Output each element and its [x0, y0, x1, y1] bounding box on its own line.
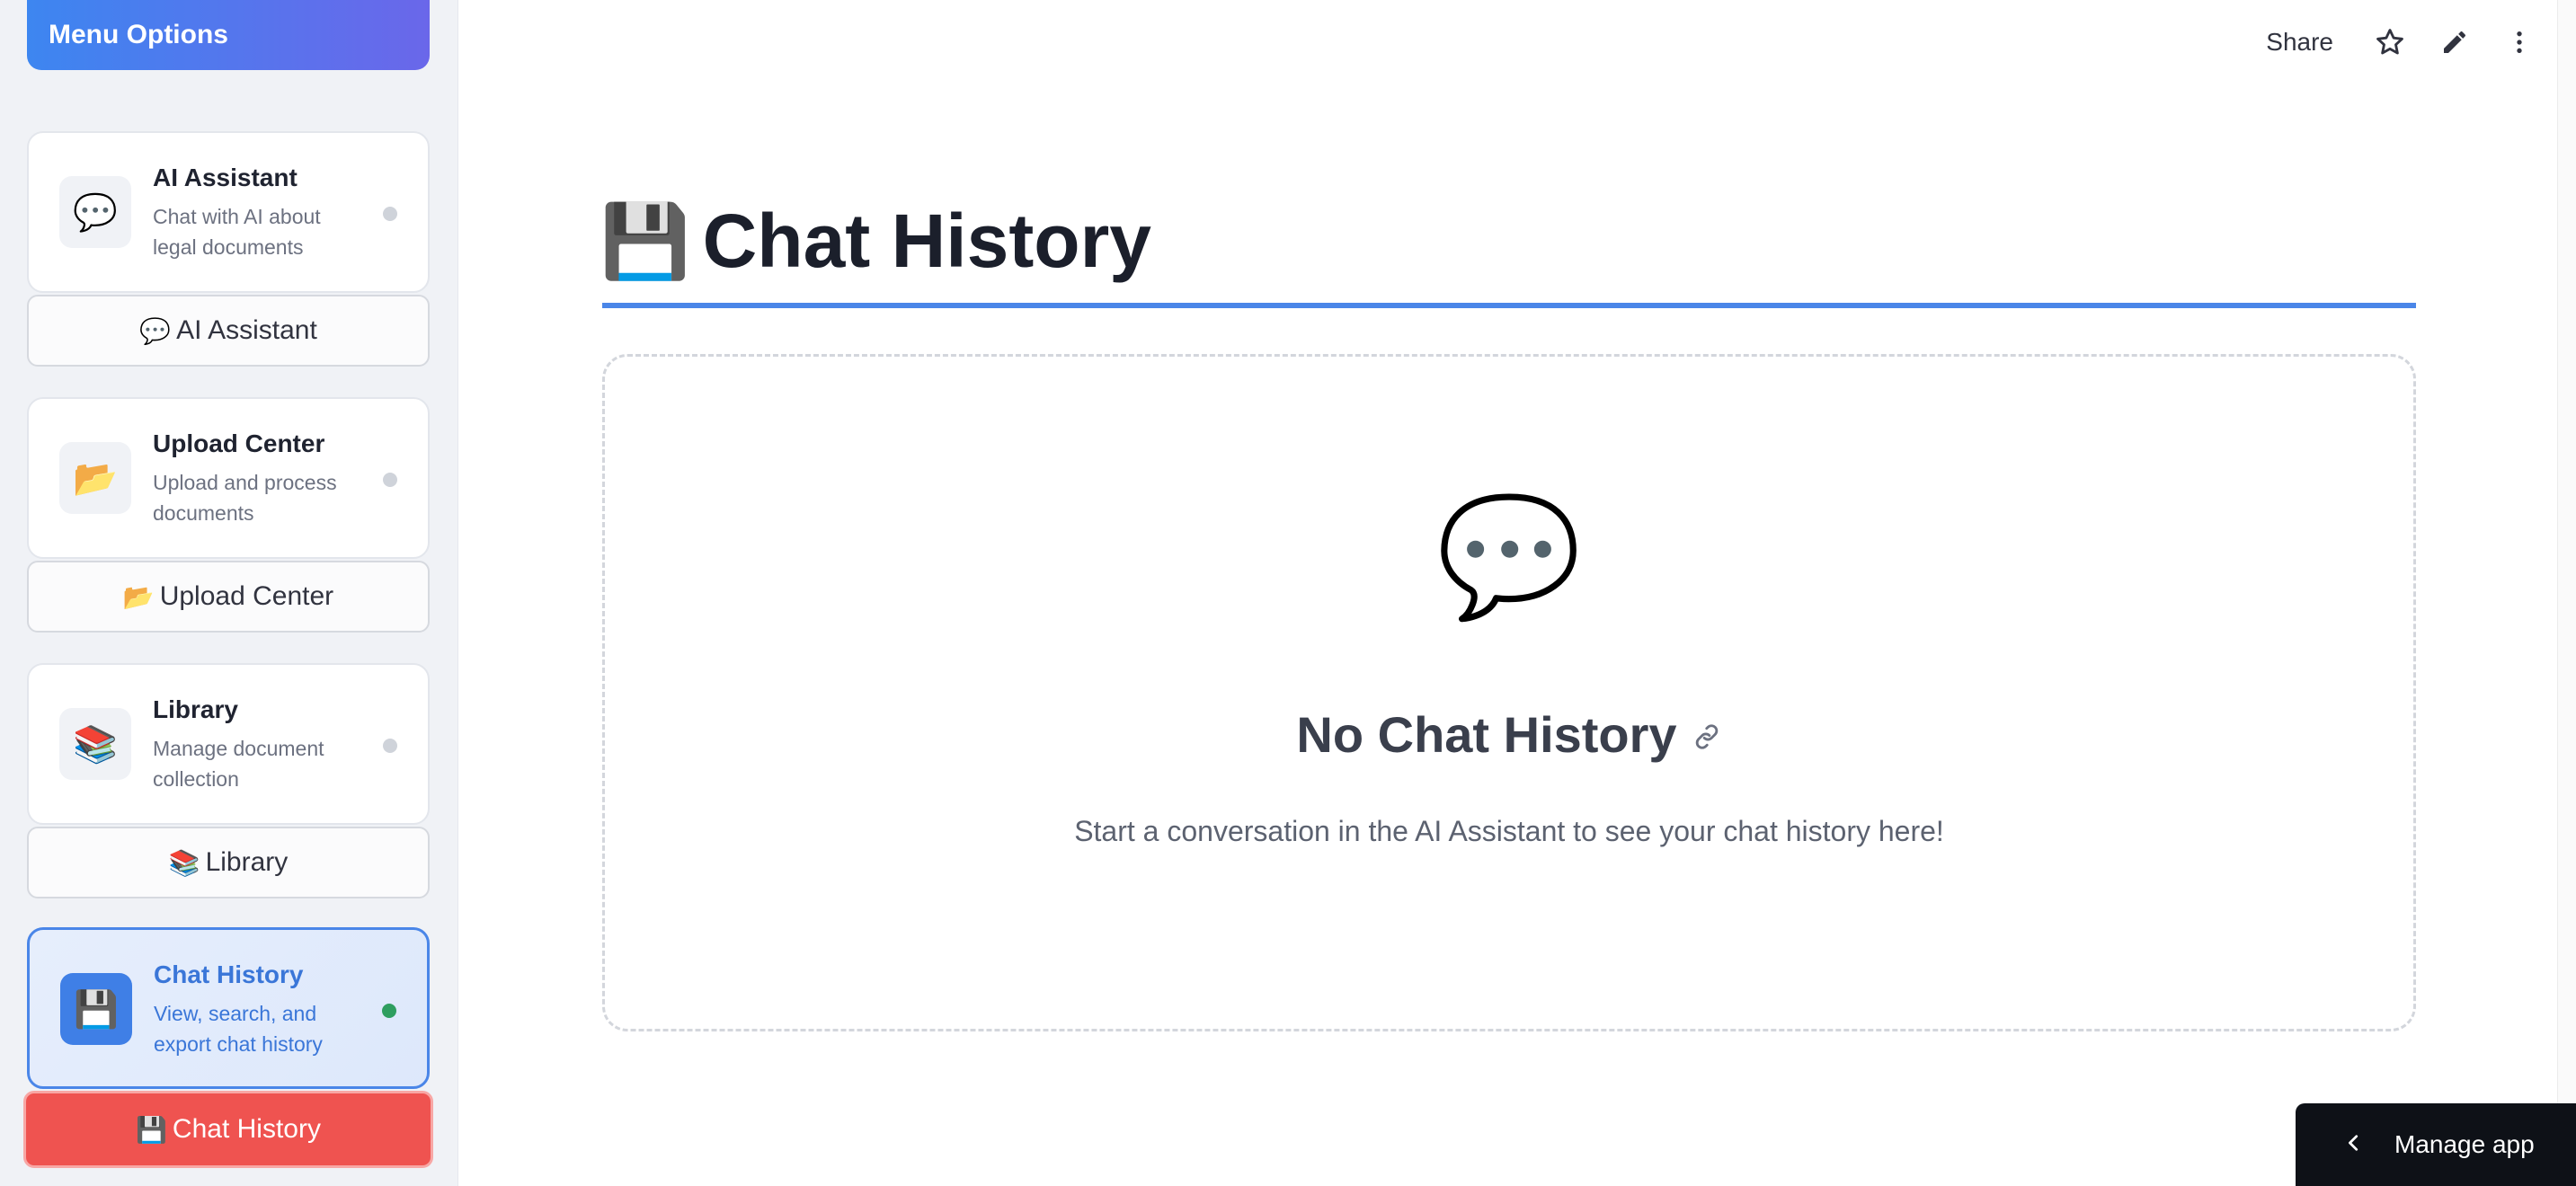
nav-card-description: Chat with AI about legal documents: [153, 205, 321, 259]
nav-card-description: View, search, and export chat history: [154, 1002, 323, 1056]
manage-app-button[interactable]: Manage app: [2296, 1103, 2576, 1186]
ai-assistant-button[interactable]: 💬 AI Assistant: [27, 295, 430, 367]
active-status-dot: [382, 1004, 396, 1018]
share-button[interactable]: Share: [2266, 28, 2333, 57]
empty-state-heading-text: No Chat History: [1296, 706, 1677, 763]
empty-state-panel: 💬 No Chat History Start a conversation i…: [602, 354, 2416, 1031]
library-button[interactable]: 📚 Library: [27, 827, 430, 898]
folder-icon: 📂: [59, 442, 131, 514]
nav-card-library[interactable]: 📚 Library Manage document collection: [27, 663, 430, 825]
menu-options-header: Menu Options: [27, 0, 430, 70]
nav-card-upload-center[interactable]: 📂 Upload Center Upload and process docum…: [27, 397, 430, 559]
nav-card-description: Upload and process documents: [153, 471, 337, 525]
chevron-left-icon: [2344, 1130, 2364, 1159]
nav-card-title: Upload Center: [153, 429, 325, 457]
nav-button-label: Library: [205, 847, 289, 877]
status-dot: [383, 739, 397, 753]
star-icon[interactable]: [2369, 22, 2411, 63]
books-icon: 📚: [59, 708, 131, 780]
more-vertical-icon[interactable]: [2499, 22, 2540, 63]
empty-state-heading: No Chat History: [605, 705, 2413, 764]
nav-button-label: Upload Center: [159, 581, 334, 611]
floppy-disk-icon: 💾: [600, 200, 690, 281]
nav-card-title: AI Assistant: [153, 164, 298, 191]
sidebar: Menu Options 💬 AI Assistant Chat with AI…: [0, 0, 457, 1186]
speech-bubble-icon: 💬: [59, 176, 131, 248]
speech-bubble-icon: 💬: [1436, 491, 1582, 622]
chat-history-button[interactable]: 💾 Chat History: [23, 1091, 433, 1168]
floppy-disk-icon: 💾: [60, 973, 132, 1045]
books-icon: 📚: [168, 848, 200, 877]
folder-icon: 📂: [122, 582, 155, 611]
nav-button-label: AI Assistant: [176, 315, 317, 345]
page-title: 💾 Chat History: [600, 198, 1151, 285]
nav-button-label: Chat History: [172, 1114, 321, 1144]
nav-card-chat-history[interactable]: 💾 Chat History View, search, and export …: [27, 927, 430, 1089]
floppy-disk-icon: 💾: [136, 1115, 167, 1144]
page-title-text: Chat History: [702, 199, 1152, 283]
nav-card-description: Manage document collection: [153, 737, 324, 791]
scrollbar-track[interactable]: [2557, 0, 2576, 1186]
status-dot: [383, 473, 397, 487]
pencil-icon[interactable]: [2434, 22, 2475, 63]
link-icon[interactable]: [1692, 705, 1722, 764]
speech-bubble-icon: 💬: [139, 316, 172, 345]
sidebar-divider: [457, 0, 458, 1186]
upload-center-button[interactable]: 📂 Upload Center: [27, 561, 430, 633]
nav-card-ai-assistant[interactable]: 💬 AI Assistant Chat with AI about legal …: [27, 131, 430, 293]
nav-card-title: Chat History: [154, 960, 304, 988]
top-toolbar: Share: [2266, 20, 2540, 65]
title-underline: [602, 303, 2416, 308]
empty-state-text: Start a conversation in the AI Assistant…: [1074, 815, 1944, 847]
status-dot: [383, 207, 397, 221]
nav-card-title: Library: [153, 695, 238, 723]
manage-app-label: Manage app: [2394, 1130, 2535, 1158]
